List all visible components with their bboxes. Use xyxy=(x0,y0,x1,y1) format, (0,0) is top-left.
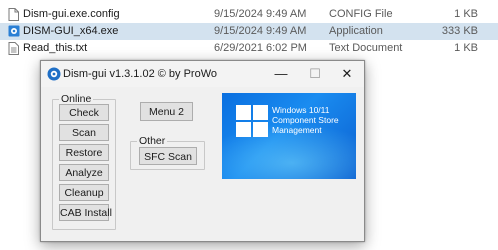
windows-banner: Windows 10/11 Component Store Management xyxy=(222,93,356,179)
title-bar[interactable]: Dism-gui v1.3.1.02 © by ProWo — ☐ ✕ xyxy=(41,61,364,87)
check-button[interactable]: Check xyxy=(59,104,109,121)
scan-button[interactable]: Scan xyxy=(59,124,109,141)
text-file-icon xyxy=(8,42,19,55)
file-name: Dism-gui.exe.config xyxy=(23,8,120,20)
file-type: CONFIG File xyxy=(329,8,393,20)
file-name: DISM-GUI_x64.exe xyxy=(23,25,119,37)
analyze-button[interactable]: Analyze xyxy=(59,164,109,181)
gear-app-icon xyxy=(47,67,61,81)
maximize-button[interactable]: ☐ xyxy=(298,61,332,87)
file-date: 6/29/2021 6:02 PM xyxy=(214,42,307,54)
cleanup-button[interactable]: Cleanup xyxy=(59,184,109,201)
file-name: Read_this.txt xyxy=(23,42,88,54)
menu-2-button[interactable]: Menu 2 xyxy=(140,102,193,121)
file-row-config[interactable]: Dism-gui.exe.config 9/15/2024 9:49 AM CO… xyxy=(0,6,498,23)
file-date: 9/15/2024 9:49 AM xyxy=(214,8,307,20)
close-button[interactable]: ✕ xyxy=(330,61,364,87)
file-row-exe[interactable]: DISM-GUI_x64.exe 9/15/2024 9:49 AM Appli… xyxy=(0,23,498,40)
file-row-txt[interactable]: Read_this.txt 6/29/2021 6:02 PM Text Doc… xyxy=(0,40,498,57)
other-group-label: Other xyxy=(137,135,168,147)
online-group: Online Check Scan Restore Analyze Cleanu… xyxy=(52,93,116,230)
file-size: 333 KB xyxy=(441,25,478,37)
file-date: 9/15/2024 9:49 AM xyxy=(214,25,307,37)
restore-button[interactable]: Restore xyxy=(59,144,109,161)
sfc-scan-button[interactable]: SFC Scan xyxy=(139,147,197,165)
document-icon xyxy=(8,8,19,21)
minimize-button[interactable]: — xyxy=(264,61,298,87)
gear-app-icon xyxy=(8,25,20,37)
file-size: 1 KB xyxy=(454,42,478,54)
other-group: Other SFC Scan xyxy=(130,135,205,170)
banner-text: Windows 10/11 Component Store Management xyxy=(272,105,339,135)
dism-gui-window: Dism-gui v1.3.1.02 © by ProWo — ☐ ✕ Onli… xyxy=(40,60,365,242)
file-type: Application xyxy=(329,25,383,37)
windows-logo-icon xyxy=(236,105,268,137)
window-title: Dism-gui v1.3.1.02 © by ProWo xyxy=(63,68,218,80)
file-type: Text Document xyxy=(329,42,403,54)
cab-install-button[interactable]: CAB Install xyxy=(59,204,112,221)
file-size: 1 KB xyxy=(454,8,478,20)
